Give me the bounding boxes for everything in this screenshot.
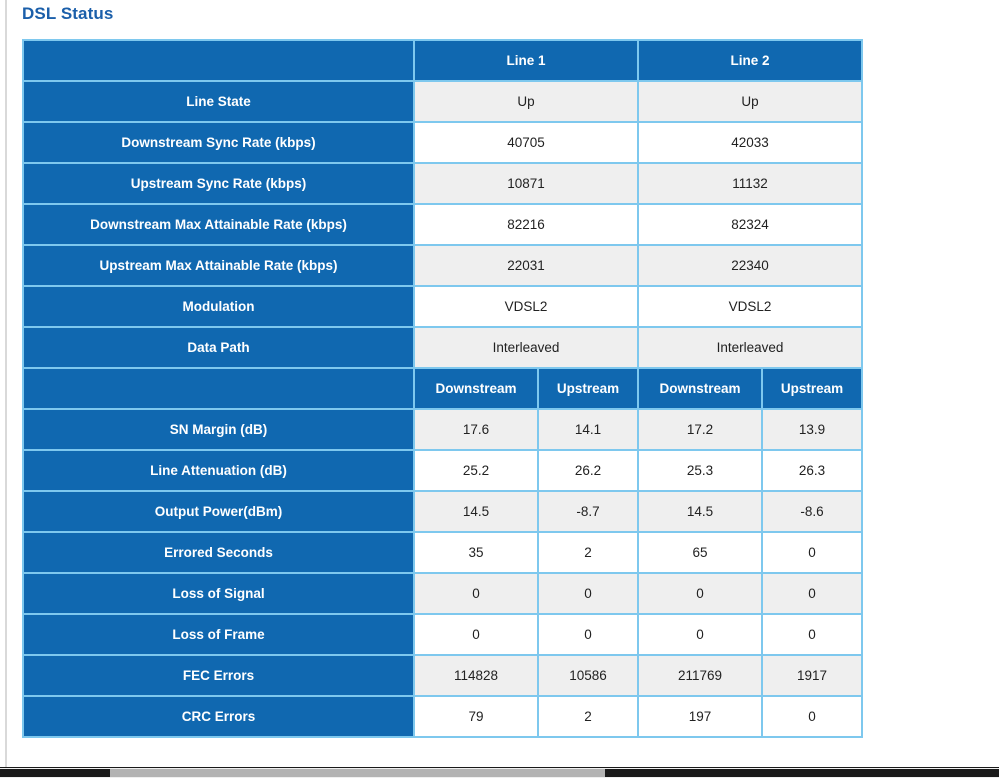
table-row: Line State Up Up xyxy=(24,82,862,121)
cell-upstream-max-attainable-rate-line2: 22340 xyxy=(639,246,862,285)
column-header-line2-downstream: Downstream xyxy=(639,369,762,408)
table-row: Upstream Max Attainable Rate (kbps) 2203… xyxy=(24,246,862,285)
cell-loss-of-frame-line1-downstream: 0 xyxy=(415,615,537,654)
cell-loss-of-signal-line1-upstream: 0 xyxy=(539,574,638,613)
scrollbar-thumb[interactable] xyxy=(110,769,605,777)
cell-output-power-line1-upstream: -8.7 xyxy=(539,492,638,531)
row-label-loss-of-frame: Loss of Frame xyxy=(24,615,413,654)
cell-line-attenuation-line2-downstream: 25.3 xyxy=(639,451,762,490)
table-row: Data Path Interleaved Interleaved xyxy=(24,328,862,367)
column-header-line1-upstream: Upstream xyxy=(539,369,638,408)
cell-line-state-line1: Up xyxy=(415,82,638,121)
cell-crc-errors-line1-upstream: 2 xyxy=(539,697,638,736)
cell-line-attenuation-line1-downstream: 25.2 xyxy=(415,451,537,490)
row-label-upstream-sync-rate: Upstream Sync Rate (kbps) xyxy=(24,164,413,203)
cell-line-attenuation-line2-upstream: 26.3 xyxy=(763,451,862,490)
cell-fec-errors-line2-upstream: 1917 xyxy=(763,656,862,695)
row-label-errored-seconds: Errored Seconds xyxy=(24,533,413,572)
row-label-downstream-sync-rate: Downstream Sync Rate (kbps) xyxy=(24,123,413,162)
cell-line-attenuation-line1-upstream: 26.2 xyxy=(539,451,638,490)
table-row: Errored Seconds 35 2 65 0 xyxy=(24,533,862,572)
table-header-row-lines: Line 1 Line 2 xyxy=(24,41,862,80)
cell-loss-of-signal-line2-upstream: 0 xyxy=(763,574,862,613)
cell-output-power-line2-downstream: 14.5 xyxy=(639,492,762,531)
row-label-crc-errors: CRC Errors xyxy=(24,697,413,736)
row-label-downstream-max-attainable-rate: Downstream Max Attainable Rate (kbps) xyxy=(24,205,413,244)
cell-output-power-line2-upstream: -8.6 xyxy=(763,492,862,531)
cell-loss-of-frame-line2-downstream: 0 xyxy=(639,615,762,654)
table-row: Line Attenuation (dB) 25.2 26.2 25.3 26.… xyxy=(24,451,862,490)
table-row: Downstream Max Attainable Rate (kbps) 82… xyxy=(24,205,862,244)
cell-modulation-line2: VDSL2 xyxy=(639,287,862,326)
horizontal-scrollbar[interactable] xyxy=(0,767,999,778)
cell-data-path-line2: Interleaved xyxy=(639,328,862,367)
cell-downstream-sync-rate-line2: 42033 xyxy=(639,123,862,162)
row-label-loss-of-signal: Loss of Signal xyxy=(24,574,413,613)
row-label-line-state: Line State xyxy=(24,82,413,121)
cell-loss-of-signal-line2-downstream: 0 xyxy=(639,574,762,613)
table-row: Output Power(dBm) 14.5 -8.7 14.5 -8.6 xyxy=(24,492,862,531)
header-corner-blank-2 xyxy=(24,369,413,408)
table-header-row-directions: Downstream Upstream Downstream Upstream xyxy=(24,369,862,408)
dsl-status-table-wrap: Line 1 Line 2 Line State Up Up Downstrea… xyxy=(22,39,864,738)
cell-loss-of-frame-line1-upstream: 0 xyxy=(539,615,638,654)
cell-loss-of-frame-line2-upstream: 0 xyxy=(763,615,862,654)
cell-sn-margin-line2-upstream: 13.9 xyxy=(763,410,862,449)
row-label-upstream-max-attainable-rate: Upstream Max Attainable Rate (kbps) xyxy=(24,246,413,285)
cell-upstream-max-attainable-rate-line1: 22031 xyxy=(415,246,638,285)
cell-loss-of-signal-line1-downstream: 0 xyxy=(415,574,537,613)
cell-fec-errors-line1-upstream: 10586 xyxy=(539,656,638,695)
cell-sn-margin-line1-upstream: 14.1 xyxy=(539,410,638,449)
row-label-sn-margin: SN Margin (dB) xyxy=(24,410,413,449)
cell-modulation-line1: VDSL2 xyxy=(415,287,638,326)
row-label-line-attenuation: Line Attenuation (dB) xyxy=(24,451,413,490)
table-row: Loss of Frame 0 0 0 0 xyxy=(24,615,862,654)
column-header-line-2: Line 2 xyxy=(639,41,862,80)
cell-downstream-sync-rate-line1: 40705 xyxy=(415,123,638,162)
cell-errored-seconds-line1-downstream: 35 xyxy=(415,533,537,572)
column-header-line1-downstream: Downstream xyxy=(415,369,537,408)
cell-errored-seconds-line2-upstream: 0 xyxy=(763,533,862,572)
cell-upstream-sync-rate-line1: 10871 xyxy=(415,164,638,203)
row-label-data-path: Data Path xyxy=(24,328,413,367)
cell-fec-errors-line1-downstream: 114828 xyxy=(415,656,537,695)
table-row: Modulation VDSL2 VDSL2 xyxy=(24,287,862,326)
scrollbar-track-left[interactable] xyxy=(0,769,110,777)
column-header-line2-upstream: Upstream xyxy=(763,369,862,408)
cell-output-power-line1-downstream: 14.5 xyxy=(415,492,537,531)
cell-crc-errors-line2-downstream: 197 xyxy=(639,697,762,736)
column-header-line-1: Line 1 xyxy=(415,41,638,80)
table-row: FEC Errors 114828 10586 211769 1917 xyxy=(24,656,862,695)
row-label-output-power: Output Power(dBm) xyxy=(24,492,413,531)
cell-downstream-max-attainable-rate-line1: 82216 xyxy=(415,205,638,244)
table-row: CRC Errors 79 2 197 0 xyxy=(24,697,862,736)
table-row: Upstream Sync Rate (kbps) 10871 11132 xyxy=(24,164,862,203)
page-title: DSL Status xyxy=(22,4,114,23)
scrollbar-track-right[interactable] xyxy=(605,769,999,777)
table-row: Downstream Sync Rate (kbps) 40705 42033 xyxy=(24,123,862,162)
dsl-status-page: DSL Status Line 1 Line 2 Line State Up U… xyxy=(0,0,999,738)
cell-sn-margin-line2-downstream: 17.2 xyxy=(639,410,762,449)
cell-upstream-sync-rate-line2: 11132 xyxy=(639,164,862,203)
dsl-status-table: Line 1 Line 2 Line State Up Up Downstrea… xyxy=(22,39,864,738)
table-row: SN Margin (dB) 17.6 14.1 17.2 13.9 xyxy=(24,410,862,449)
cell-data-path-line1: Interleaved xyxy=(415,328,638,367)
cell-crc-errors-line2-upstream: 0 xyxy=(763,697,862,736)
cell-downstream-max-attainable-rate-line2: 82324 xyxy=(639,205,862,244)
cell-crc-errors-line1-downstream: 79 xyxy=(415,697,537,736)
cell-line-state-line2: Up xyxy=(639,82,862,121)
cell-sn-margin-line1-downstream: 17.6 xyxy=(415,410,537,449)
cell-fec-errors-line2-downstream: 211769 xyxy=(639,656,762,695)
row-label-fec-errors: FEC Errors xyxy=(24,656,413,695)
row-label-modulation: Modulation xyxy=(24,287,413,326)
table-row: Loss of Signal 0 0 0 0 xyxy=(24,574,862,613)
header-corner-blank xyxy=(24,41,413,80)
cell-errored-seconds-line1-upstream: 2 xyxy=(539,533,638,572)
cell-errored-seconds-line2-downstream: 65 xyxy=(639,533,762,572)
